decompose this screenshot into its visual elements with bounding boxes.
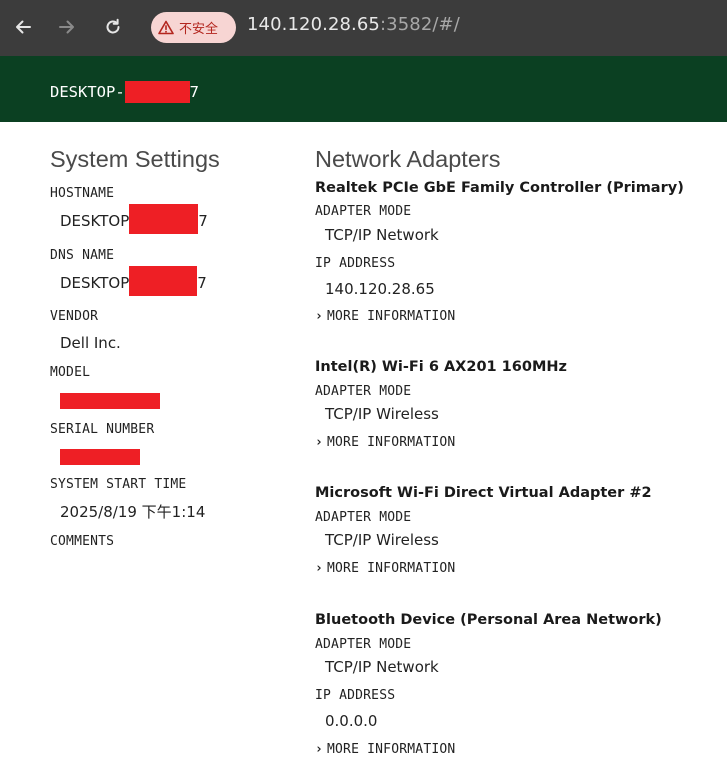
adapter-mode-value: TCP/IP Network — [325, 658, 439, 676]
start-time-label: SYSTEM START TIME — [50, 477, 187, 492]
ip-address-value: 140.120.28.65 — [325, 280, 435, 298]
warning-icon — [158, 20, 174, 35]
more-information-toggle[interactable]: › MORE INFORMATION — [315, 561, 715, 577]
app-title: DESKTOP- 7 — [50, 81, 199, 103]
system-settings-panel: System Settings HOSTNAME DESKTOP 7 DNS NA… — [50, 140, 300, 550]
ip-address-value: 0.0.0.0 — [325, 712, 378, 730]
more-information-label: MORE INFORMATION — [327, 435, 456, 450]
redaction-box — [60, 449, 140, 465]
adapter-mode-value: TCP/IP Network — [325, 226, 439, 244]
dns-name-label: DNS NAME — [50, 248, 115, 263]
adapter-name: Intel(R) Wi-Fi 6 AX201 160MHz — [315, 359, 567, 375]
model-value — [50, 391, 300, 411]
more-information-label: MORE INFORMATION — [327, 561, 456, 576]
more-information-toggle[interactable]: › MORE INFORMATION — [315, 435, 715, 451]
more-information-toggle[interactable]: › MORE INFORMATION — [315, 309, 715, 325]
ip-address-label: IP ADDRESS — [315, 688, 396, 703]
hostname-suffix: 7 — [198, 212, 208, 230]
browser-toolbar: 不安全 140.120.28.65:3582/#/ — [0, 0, 727, 56]
adapter-mode-value: TCP/IP Wireless — [325, 405, 439, 423]
adapter-mode-label: ADAPTER MODE — [315, 637, 412, 652]
serial-number-value — [50, 447, 300, 467]
model-label: MODEL — [50, 365, 91, 380]
more-information-label: MORE INFORMATION — [327, 309, 456, 324]
security-label: 不安全 — [179, 22, 219, 37]
dns-suffix: 7 — [197, 274, 207, 292]
section-title: Network Adapters — [315, 146, 501, 172]
chevron-right-icon: › — [315, 742, 324, 757]
arrow-right-icon — [59, 20, 74, 34]
chevron-right-icon: › — [315, 309, 324, 324]
dns-name-value: DESKTOP 7 — [50, 265, 300, 296]
more-information-toggle[interactable]: › MORE INFORMATION — [315, 742, 715, 758]
back-button[interactable] — [9, 13, 37, 41]
hostname-label: HOSTNAME — [50, 186, 115, 201]
chevron-right-icon: › — [315, 561, 324, 576]
network-adapters-panel: Network Adapters Realtek PCIe GbE Family… — [315, 140, 715, 758]
adapter-mode-label: ADAPTER MODE — [315, 510, 412, 525]
start-time-value: 2025/8/19 下午1:14 — [60, 503, 206, 521]
reload-icon — [106, 18, 120, 34]
forward-button[interactable] — [53, 13, 81, 41]
arrow-left-icon — [16, 20, 31, 34]
security-indicator[interactable]: 不安全 — [151, 12, 236, 43]
more-information-label: MORE INFORMATION — [327, 742, 456, 757]
adapter-name: Microsoft Wi-Fi Direct Virtual Adapter #… — [315, 485, 652, 501]
dns-prefix: DESKTOP — [60, 274, 130, 292]
vendor-value: Dell Inc. — [60, 334, 121, 352]
url-path: :3582/#/ — [380, 14, 460, 35]
comments-label: COMMENTS — [50, 534, 115, 549]
serial-number-label: SERIAL NUMBER — [50, 422, 155, 437]
url-host: 140.120.28.65 — [247, 14, 380, 35]
chevron-right-icon: › — [315, 435, 324, 450]
adapter-name: Realtek PCIe GbE Family Controller (Prim… — [315, 180, 684, 196]
redaction-box — [129, 265, 198, 296]
section-title: System Settings — [50, 146, 220, 172]
hostname-value: DESKTOP 7 — [50, 203, 300, 234]
ip-address-label: IP ADDRESS — [315, 256, 396, 271]
vendor-label: VENDOR — [50, 309, 99, 324]
address-bar[interactable]: 140.120.28.65:3582/#/ — [247, 14, 460, 35]
redaction-box — [124, 81, 190, 103]
adapter-mode-label: ADAPTER MODE — [315, 384, 412, 399]
adapter-mode-label: ADAPTER MODE — [315, 204, 412, 219]
app-title-suffix: 7 — [189, 83, 199, 101]
hostname-prefix: DESKTOP — [60, 212, 130, 230]
redaction-box — [129, 203, 199, 234]
reload-button[interactable] — [99, 13, 127, 41]
redaction-box — [60, 393, 160, 409]
adapter-mode-value: TCP/IP Wireless — [325, 531, 439, 549]
app-title-prefix: DESKTOP- — [50, 83, 125, 101]
adapter-name: Bluetooth Device (Personal Area Network) — [315, 612, 662, 628]
